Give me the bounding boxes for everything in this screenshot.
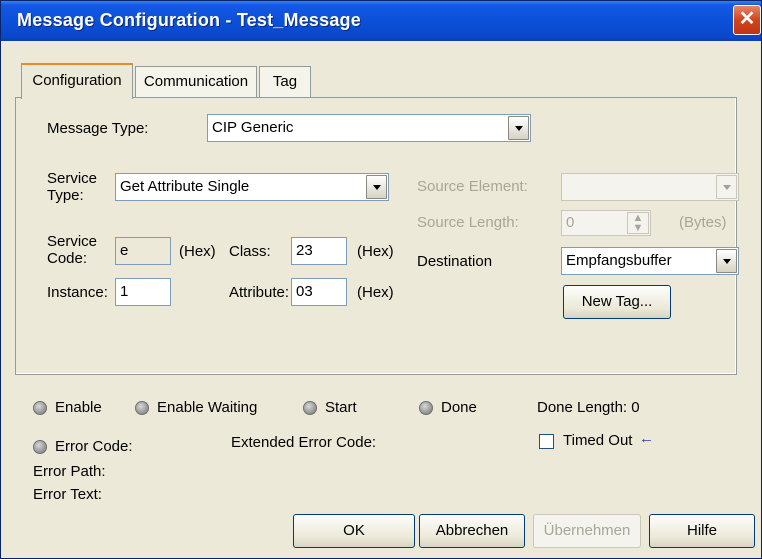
attribute-field[interactable]: 03 (291, 278, 347, 306)
chevron-down-icon (716, 175, 737, 199)
tab-configuration[interactable]: Configuration (21, 63, 133, 99)
attribute-label: Attribute: (229, 284, 290, 301)
spinner-icon: ▲ ▼ (627, 212, 649, 234)
service-type-label: Service Type: (47, 170, 97, 204)
class-label: Class: (229, 243, 271, 260)
ok-button[interactable]: OK (293, 514, 415, 548)
destination-label: Destination (417, 253, 493, 270)
class-field[interactable]: 23 (291, 237, 347, 265)
tab-communication-label: Communication (143, 73, 249, 90)
message-configuration-dialog: Message Configuration - Test_Message ✕ C… (0, 0, 762, 559)
tab-configuration-label: Configuration (32, 72, 122, 89)
source-element-label: Source Element: (417, 178, 528, 195)
source-length-value: 0 (566, 214, 575, 231)
instance-field[interactable]: 1 (115, 278, 171, 306)
timed-out-checkbox[interactable] (539, 434, 554, 449)
help-button[interactable]: Hilfe (649, 514, 755, 548)
service-code-label-line1: Service (47, 233, 98, 250)
message-type-value: CIP Generic (212, 119, 294, 136)
new-tag-button[interactable]: New Tag... (563, 285, 671, 319)
destination-select[interactable]: Empfangsbuffer (561, 247, 739, 275)
error-code-indicator-icon (33, 440, 47, 454)
message-type-label: Message Type: (47, 120, 149, 137)
extended-error-code-label: Extended Error Code: (231, 434, 377, 451)
tab-tag-label: Tag (272, 73, 298, 90)
hex-label-1: (Hex) (179, 243, 216, 260)
start-label: Start (325, 399, 357, 416)
chevron-down-icon[interactable] (366, 175, 387, 199)
service-code-field: e (115, 237, 171, 265)
window-title: Message Configuration - Test_Message (17, 10, 361, 30)
close-button[interactable]: ✕ (733, 5, 761, 35)
cancel-button[interactable]: Abbrechen (419, 514, 525, 548)
enable-waiting-indicator-icon (135, 401, 149, 415)
enable-indicator-icon (33, 401, 47, 415)
tab-communication[interactable]: Communication (135, 66, 257, 98)
source-length-label: Source Length: (417, 214, 519, 231)
message-type-select[interactable]: CIP Generic (207, 114, 531, 142)
enable-label: Enable (55, 399, 102, 416)
chevron-down-icon[interactable] (508, 116, 529, 140)
service-type-select[interactable]: Get Attribute Single (115, 173, 389, 201)
service-code-label-line2: Code: (47, 250, 88, 267)
tab-tag[interactable]: Tag (259, 66, 311, 98)
close-icon: ✕ (738, 8, 756, 30)
error-code-label: Error Code: (55, 438, 133, 455)
timed-out-label: Timed Out (563, 432, 633, 449)
error-text-label: Error Text: (33, 486, 102, 503)
service-type-label-line2: Type: (47, 187, 84, 204)
hex-label-2: (Hex) (357, 243, 394, 260)
source-length-field: 0 ▲ ▼ (561, 210, 651, 236)
source-element-select (561, 173, 739, 201)
instance-label: Instance: (47, 284, 108, 301)
apply-button[interactable]: Übernehmen (533, 514, 641, 548)
bytes-label: (Bytes) (679, 214, 727, 231)
done-label: Done (441, 399, 477, 416)
service-type-label-line1: Service (47, 170, 98, 187)
service-type-value: Get Attribute Single (120, 178, 250, 195)
done-length-label: Done Length: 0 (537, 399, 640, 416)
chevron-down-icon[interactable] (716, 249, 737, 273)
service-code-label: Service Code: (47, 233, 97, 267)
arrow-left-icon: ← (639, 430, 654, 447)
hex-label-3: (Hex) (357, 284, 394, 301)
error-path-label: Error Path: (33, 463, 106, 480)
enable-waiting-label: Enable Waiting (157, 399, 258, 416)
done-indicator-icon (419, 401, 433, 415)
destination-value: Empfangsbuffer (566, 252, 672, 269)
start-indicator-icon (303, 401, 317, 415)
title-bar[interactable]: Message Configuration - Test_Message ✕ (1, 1, 761, 41)
